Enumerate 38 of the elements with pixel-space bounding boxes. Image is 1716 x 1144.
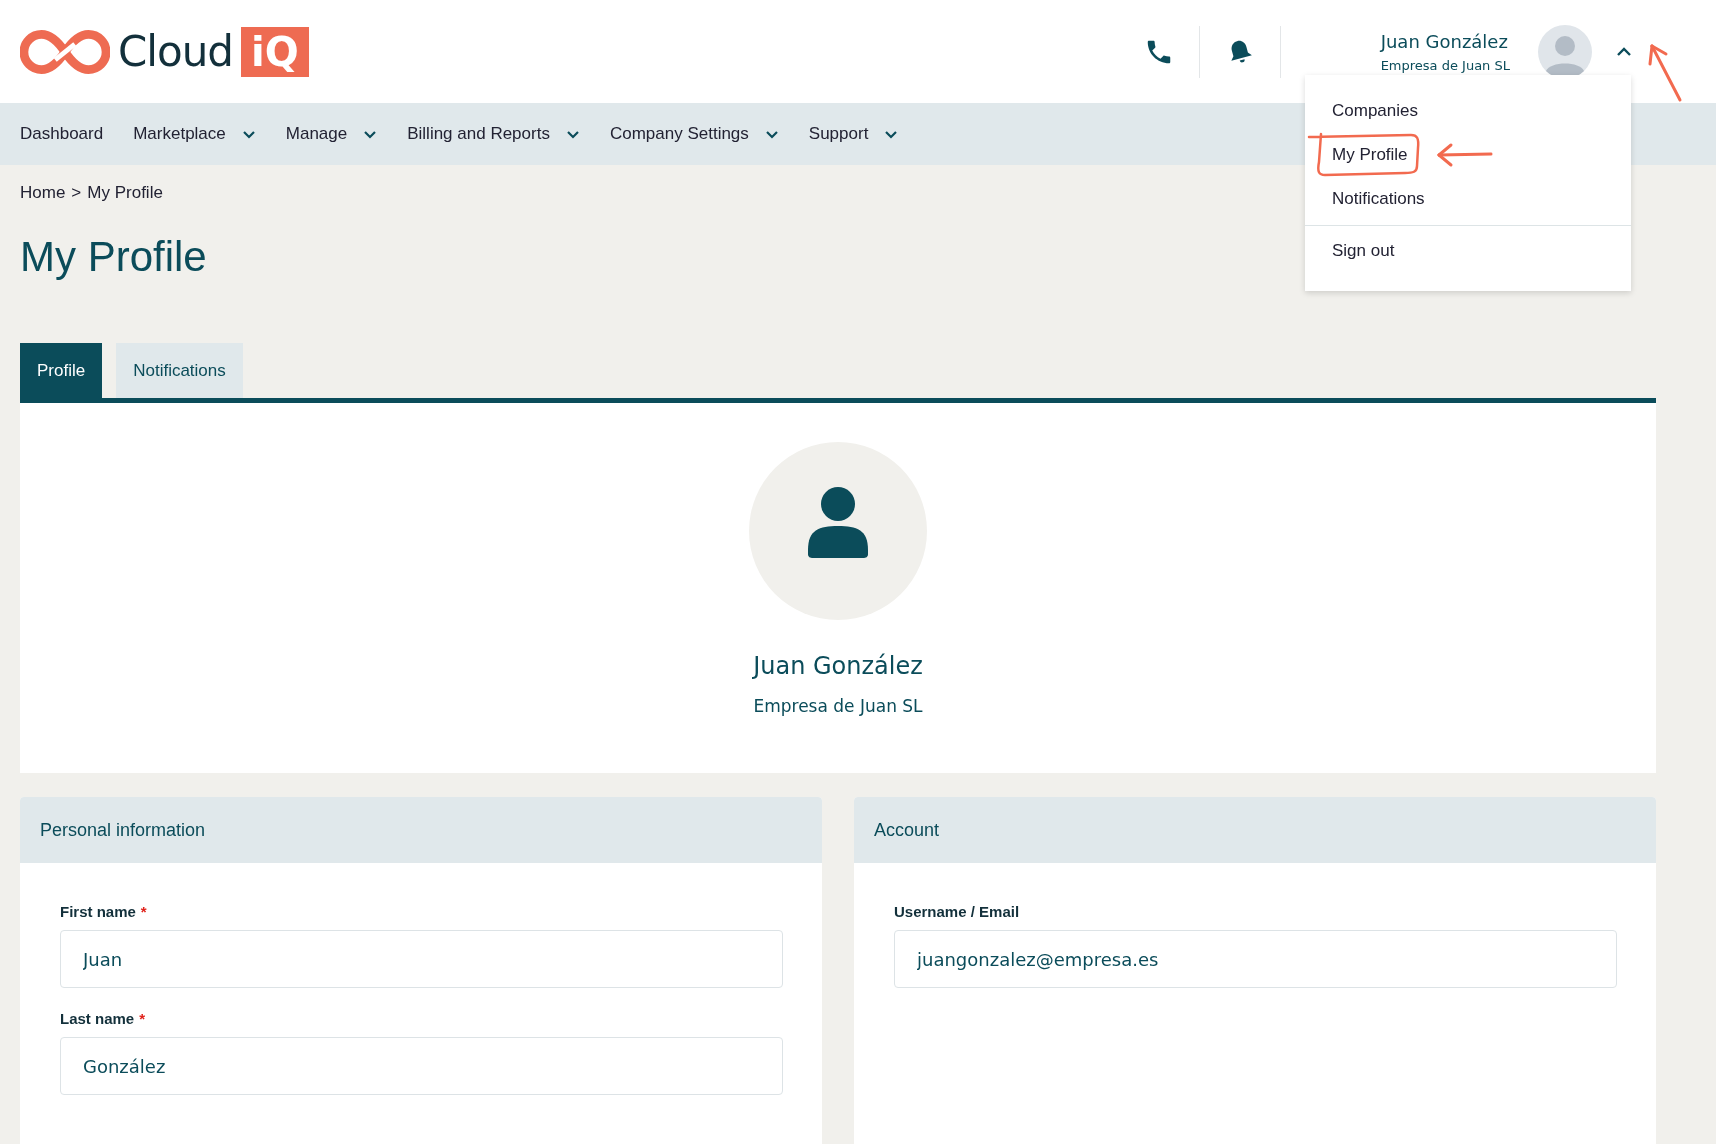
chevron-down-icon[interactable] <box>884 129 899 139</box>
dropdown-menu-item[interactable]: Companies <box>1332 101 1418 120</box>
nav-menu-item[interactable]: Support <box>808 124 899 144</box>
panel-title: Account <box>874 819 940 841</box>
profile-company: Empresa de Juan SL <box>753 696 923 716</box>
caret-icon[interactable] <box>1616 46 1632 57</box>
dropdown-menu-item[interactable]: Sign out <box>1332 241 1395 260</box>
field-label: Last name <box>60 1010 135 1027</box>
cloud-iq-logo[interactable]: Cloud iQ <box>20 25 309 78</box>
required-marker: * <box>139 1010 146 1027</box>
tab[interactable]: Profile <box>20 343 103 398</box>
nav-menu-item[interactable]: Manage <box>285 124 378 144</box>
chevron-down-icon[interactable] <box>565 129 580 139</box>
user-company: Empresa de Juan SL <box>1380 57 1510 73</box>
profile-name: Juan González <box>753 652 923 680</box>
tab[interactable]: Notifications <box>116 343 243 398</box>
user-avatar-icon <box>749 442 927 620</box>
nav-menu-item[interactable]: Marketplace <box>133 124 256 144</box>
user-name: Juan González <box>1380 30 1508 52</box>
page-title: My Profile <box>20 233 207 281</box>
dropdown-menu-item[interactable]: Notifications <box>1332 189 1425 208</box>
breadcrumb-link[interactable]: My Profile <box>87 183 163 203</box>
panel-title: Personal information <box>40 819 206 841</box>
annotation-arrow <box>1435 142 1495 168</box>
dropdown-menu-item[interactable]: My Profile <box>1332 145 1408 164</box>
field-label: First name <box>60 903 136 920</box>
chevron-down-icon[interactable] <box>764 129 779 139</box>
nav-menu-item[interactable]: Billing and Reports <box>407 124 580 144</box>
input-field[interactable]: González <box>60 1037 783 1095</box>
breadcrumb-link[interactable]: Home <box>20 183 66 203</box>
chevron-down-icon[interactable] <box>241 129 256 139</box>
input-field[interactable]: juangonzalez@empresa.es <box>894 930 1617 988</box>
required-marker: * <box>140 903 147 920</box>
field-label: Username / Email <box>894 903 1020 920</box>
breadcrumb-separator: > <box>71 183 82 203</box>
nav-menu-item[interactable]: Dashboard <box>20 124 104 144</box>
chevron-down-icon[interactable] <box>363 129 378 139</box>
nav-menu-item[interactable]: Company Settings <box>609 124 779 144</box>
